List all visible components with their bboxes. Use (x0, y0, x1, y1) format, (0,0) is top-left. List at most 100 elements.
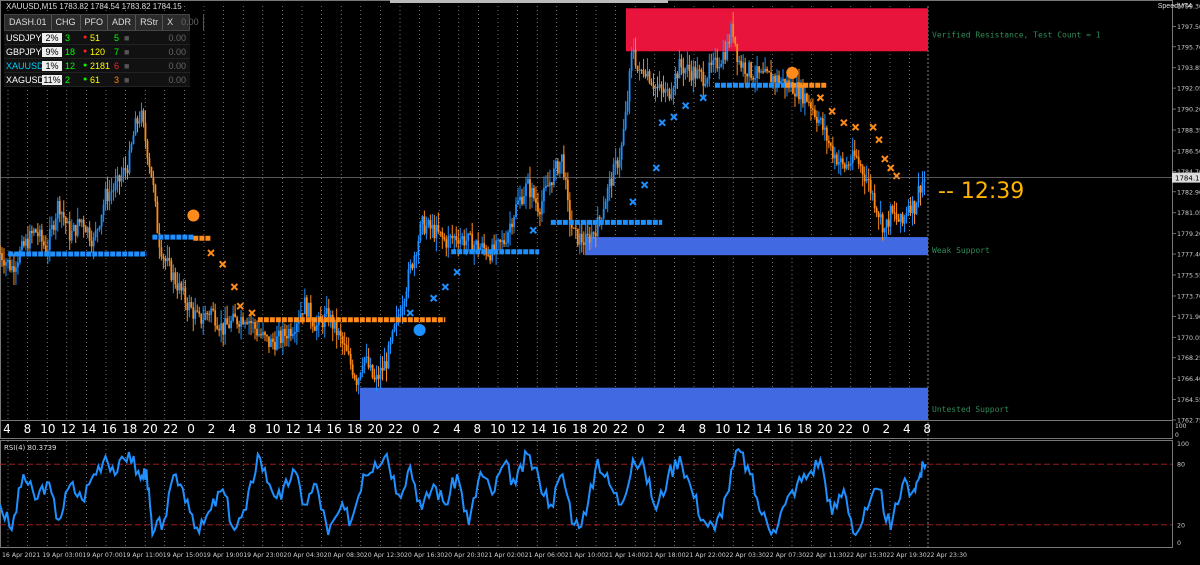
candle-body (750, 62, 753, 78)
candle-body (38, 229, 41, 237)
candle-body (409, 264, 412, 270)
candle-body (851, 150, 854, 164)
candle-body (696, 69, 699, 79)
candle-body (74, 225, 77, 236)
col-adr[interactable]: ADR (108, 15, 137, 30)
candle-body (212, 308, 215, 311)
candle-body (258, 334, 260, 336)
candle-body (413, 255, 416, 269)
candle-body (533, 187, 535, 199)
candle-body (56, 200, 59, 219)
candle-body (517, 200, 519, 205)
candle-body (204, 313, 207, 320)
candle-body (192, 307, 195, 319)
col-rstr[interactable]: RStr (136, 15, 164, 30)
candle-body (552, 168, 555, 185)
price-tick-label: 1795.70 (1177, 44, 1200, 51)
signal-dot (786, 66, 799, 79)
candle-body (351, 364, 354, 376)
session-hour-label: 20 (592, 422, 607, 436)
trend-cross-marker (652, 164, 661, 172)
session-hour-label: 22 (838, 422, 853, 436)
candle-body (537, 202, 539, 212)
candle-body (152, 176, 155, 186)
candle-body (116, 175, 119, 182)
candle-body (429, 220, 432, 229)
candle-body (831, 145, 834, 159)
trend-cross-marker (429, 294, 438, 302)
candle-body (313, 326, 316, 331)
candle-body (108, 192, 111, 202)
dashboard-pfo: 3 (65, 32, 71, 43)
candle-body (588, 234, 591, 243)
dashboard-chg: 2% (42, 32, 62, 43)
candle-body (114, 181, 117, 191)
signal-dot (187, 209, 200, 222)
candle-body (678, 59, 681, 79)
candle-body (343, 343, 346, 345)
candle-body (732, 23, 735, 37)
price-tick-label: 1792.05 (1177, 86, 1200, 93)
candle-body (86, 227, 89, 233)
candle-body (688, 64, 691, 72)
dashboard-row[interactable]: XAUUSD 1% 12 ● 2181 6 ■ 0.00 (4, 59, 190, 73)
candle-body (68, 221, 71, 241)
candle-body (742, 62, 745, 68)
candle-body (501, 240, 503, 243)
price-tick-label: 1768.25 (1177, 355, 1200, 362)
candle-body (754, 78, 757, 80)
candle-body (469, 233, 472, 235)
candle-body (694, 67, 697, 79)
candle-body (282, 328, 284, 343)
time-axis-label: 22 Apr 23:30 (927, 552, 967, 559)
candle-body (861, 166, 864, 175)
support-zone (585, 237, 928, 256)
candle-body (523, 195, 525, 204)
candle-body (268, 336, 270, 347)
candle-body (525, 183, 527, 196)
trend-cross-marker (658, 118, 666, 127)
time-axis-label: 16 Apr 2021 (2, 552, 40, 559)
candle-body (34, 229, 37, 233)
candle-body (174, 272, 177, 285)
candle-body (64, 217, 67, 224)
candle-body (244, 322, 246, 325)
dashboard-row[interactable]: XAGUSD 11% 2 ● 61 3 ■ 0.00 (4, 73, 190, 87)
col-pfo[interactable]: PFO (81, 15, 109, 30)
dashboard-close-button[interactable]: X (163, 15, 177, 30)
candle-body (58, 200, 61, 215)
candle-body (198, 311, 201, 314)
price-tick-label: 1797.50 (1177, 24, 1200, 31)
candle-body (806, 93, 808, 102)
candle-body (11, 266, 13, 271)
candle-body (82, 219, 85, 228)
candle-body (52, 225, 55, 231)
candle-body (130, 144, 133, 151)
candle-body (843, 163, 846, 169)
candle-body (202, 319, 205, 324)
dashboard-row[interactable]: USDJPY 2% 3 ● 51 5 ■ 0.00 (4, 31, 190, 45)
dashboard-row[interactable]: GBPJPY 9% 18 ● 120 7 ■ 0.00 (4, 45, 190, 59)
resistance-label: Verified Resistance, Test Count = 1 (932, 30, 1101, 39)
candle-body (676, 73, 679, 79)
candle-body (32, 229, 35, 234)
session-hour-label: 18 (347, 422, 362, 436)
candle-body (178, 282, 181, 291)
candle-body (574, 227, 577, 229)
candle-body (628, 70, 631, 102)
candle-body (871, 193, 874, 195)
status-dot-icon: ● (83, 48, 88, 55)
candle-body (289, 328, 292, 336)
dashboard-title[interactable]: DASH.01 (5, 15, 52, 30)
candle-body (503, 240, 505, 244)
candle-body (301, 313, 304, 315)
candle-body (819, 118, 822, 120)
candle-body (256, 328, 258, 336)
candle-body (214, 310, 217, 326)
dashboard-adr: 2181 (90, 60, 111, 71)
col-chg[interactable]: CHG (52, 15, 81, 30)
candle-body (572, 227, 575, 229)
candle-body (634, 49, 637, 66)
candle-body (293, 331, 296, 335)
candle-body (132, 135, 135, 145)
